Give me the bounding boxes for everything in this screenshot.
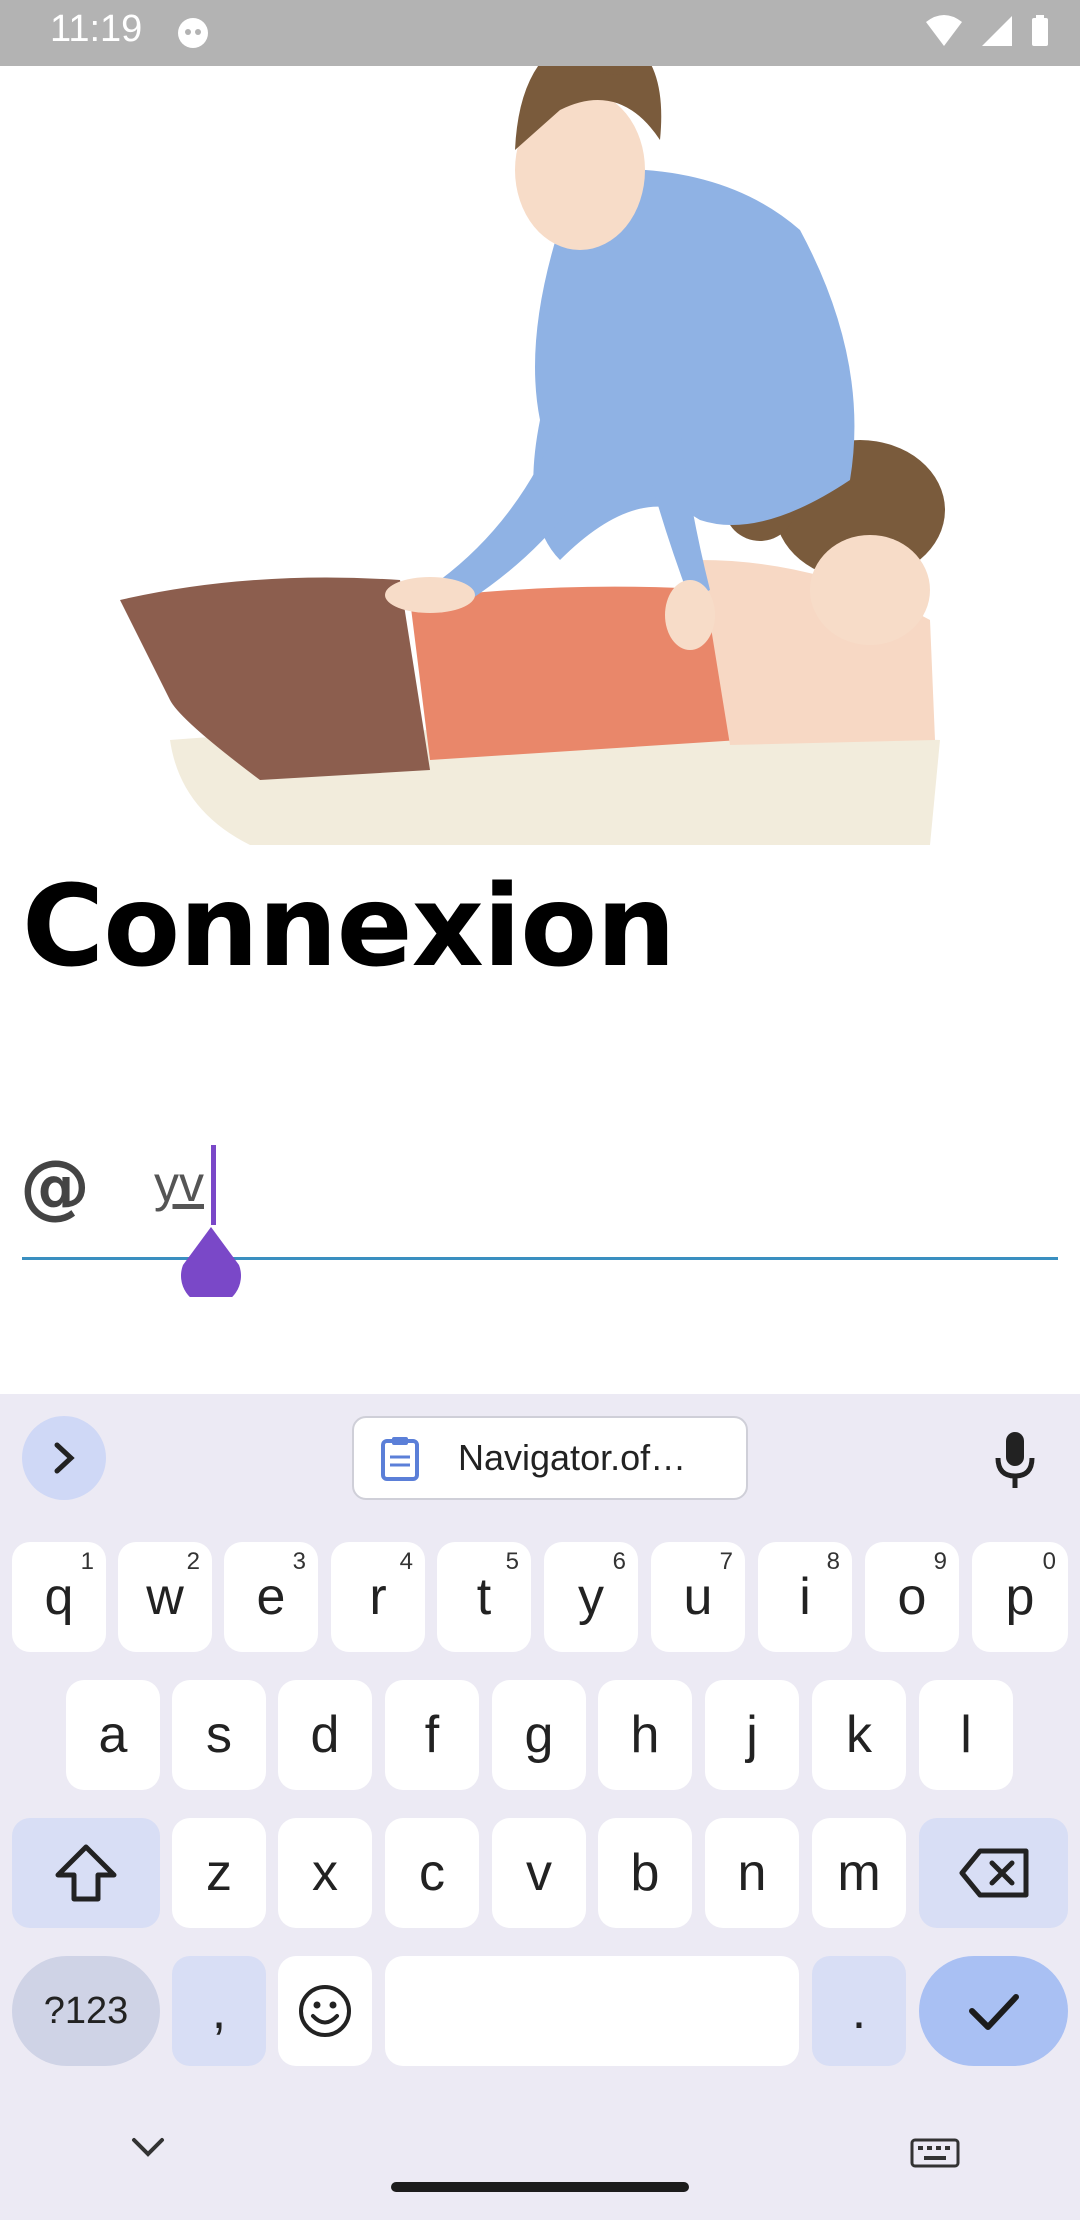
shift-key[interactable]	[12, 1818, 160, 1928]
key-e[interactable]: e3	[224, 1542, 318, 1652]
backspace-icon	[959, 1848, 1028, 1898]
shift-icon	[55, 1844, 117, 1902]
key-l[interactable]: l	[919, 1680, 1013, 1790]
at-sign-icon: @	[20, 1145, 90, 1227]
key-c[interactable]: c	[385, 1818, 479, 1928]
email-input[interactable]: yv	[154, 1155, 1054, 1225]
soft-keyboard: Navigator.of… q1 w2 e3 r4 t5 y6 u7 i8 o9…	[0, 1394, 1080, 2220]
keyboard-toolbar: Navigator.of…	[0, 1394, 1080, 1524]
cursor-handle[interactable]	[181, 1227, 241, 1297]
clipboard-suggestion-chip[interactable]: Navigator.of…	[352, 1416, 748, 1500]
key-q[interactable]: q1	[12, 1542, 106, 1652]
key-t[interactable]: t5	[437, 1542, 531, 1652]
key-s[interactable]: s	[172, 1680, 266, 1790]
hide-keyboard-chevron-icon[interactable]	[128, 2134, 168, 2160]
home-gesture-bar[interactable]	[391, 2182, 689, 2192]
chevron-right-icon	[54, 1442, 75, 1474]
enter-key[interactable]	[919, 1956, 1068, 2066]
key-k[interactable]: k	[812, 1680, 906, 1790]
key-o[interactable]: o9	[865, 1542, 959, 1652]
key-u[interactable]: u7	[651, 1542, 745, 1652]
key-x[interactable]: x	[278, 1818, 372, 1928]
battery-icon	[1032, 15, 1048, 46]
keyboard-switch-icon[interactable]	[910, 2138, 960, 2168]
symbols-key[interactable]: ?123	[12, 1956, 160, 2066]
microphone-icon[interactable]	[990, 1430, 1040, 1490]
signal-icon	[982, 16, 1012, 46]
backspace-key[interactable]	[919, 1818, 1068, 1928]
key-m[interactable]: m	[812, 1818, 906, 1928]
key-v[interactable]: v	[492, 1818, 586, 1928]
key-f[interactable]: f	[385, 1680, 479, 1790]
app-notification-icon	[178, 18, 208, 48]
space-key[interactable]	[385, 1956, 799, 2066]
key-z[interactable]: z	[172, 1818, 266, 1928]
key-n[interactable]: n	[705, 1818, 799, 1928]
key-r[interactable]: r4	[331, 1542, 425, 1652]
clipboard-icon	[381, 1437, 419, 1481]
key-d[interactable]: d	[278, 1680, 372, 1790]
comma-key[interactable]: ,	[172, 1956, 266, 2066]
emoji-icon	[299, 1985, 351, 2037]
email-input-underline	[22, 1257, 1058, 1260]
key-p[interactable]: p0	[972, 1542, 1068, 1652]
key-y[interactable]: y6	[544, 1542, 638, 1652]
key-a[interactable]: a	[66, 1680, 160, 1790]
status-bar: 11:19	[0, 0, 1080, 66]
emoji-key[interactable]	[278, 1956, 372, 2066]
period-key[interactable]: .	[812, 1956, 906, 2066]
clipboard-suggestion-text: Navigator.of…	[458, 1437, 687, 1478]
text-cursor	[211, 1145, 216, 1225]
massage-illustration	[120, 5, 945, 845]
key-j[interactable]: j	[705, 1680, 799, 1790]
status-time: 11:19	[50, 8, 143, 50]
checkmark-icon	[968, 1994, 1019, 2030]
wifi-icon	[926, 15, 962, 46]
page-title: Connexion	[22, 862, 676, 992]
key-i[interactable]: i8	[758, 1542, 852, 1652]
keyboard-expand-button[interactable]	[22, 1416, 106, 1500]
key-h[interactable]: h	[598, 1680, 692, 1790]
key-b[interactable]: b	[598, 1818, 692, 1928]
key-g[interactable]: g	[492, 1680, 586, 1790]
key-w[interactable]: w2	[118, 1542, 212, 1652]
